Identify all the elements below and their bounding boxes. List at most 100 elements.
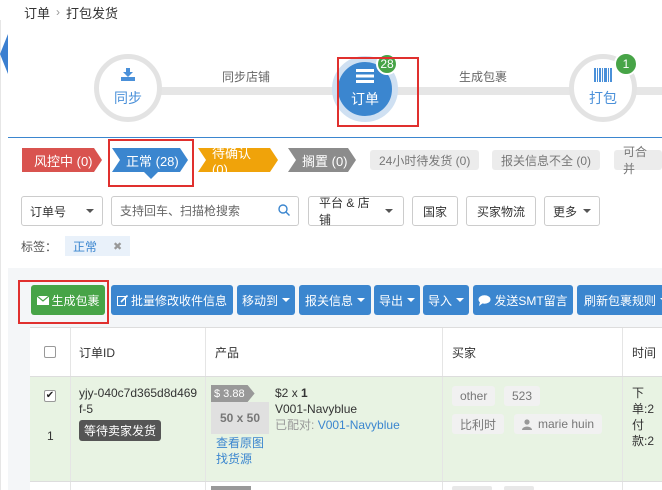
buyer-name-chip: marie huin	[514, 414, 603, 434]
row-index: 1	[47, 429, 54, 443]
next-row-buyer-chip	[452, 486, 492, 490]
close-icon[interactable]: ✖	[113, 240, 122, 253]
workflow-step-sync[interactable]: 同步	[94, 54, 162, 122]
export-dropdown[interactable]: 导出	[374, 285, 420, 315]
batch-edit-recipient-button[interactable]: 批量修改收件信息	[111, 285, 233, 315]
active-tag-chip: 正常 ✖	[65, 236, 131, 256]
refresh-package-rules-dropdown[interactable]: 刷新包裹规则	[577, 285, 662, 315]
more-filters-dropdown[interactable]: 更多	[544, 196, 600, 226]
edit-icon	[117, 294, 128, 306]
breadcrumb-current: 打包发货	[66, 5, 119, 21]
batch-edit-recipient-label: 批量修改收件信息	[131, 293, 228, 308]
sku: V001-Navyblue	[275, 402, 358, 416]
comment-icon	[478, 294, 491, 306]
matched-label: 已配对:	[275, 418, 315, 432]
highlight-generate-package	[18, 280, 109, 324]
column-header-time[interactable]: 时间	[632, 328, 656, 376]
view-original-image-link[interactable]: 查看原图	[216, 435, 264, 451]
qty-separator: x	[288, 386, 302, 400]
row-divider	[30, 481, 662, 482]
connector-label-sync-store: 同步店铺	[222, 70, 271, 84]
next-row-buyer-chip	[504, 486, 534, 490]
barcode-icon	[594, 68, 612, 86]
collapse-sidebar-handle[interactable]	[0, 34, 8, 74]
find-source-link[interactable]: 找货源	[216, 451, 264, 467]
order-number-select[interactable]: 订单号	[21, 196, 103, 226]
refresh-package-rules-label: 刷新包裹规则	[584, 293, 657, 308]
import-label: 导入	[428, 293, 453, 308]
pay-time: 付款:2	[632, 418, 655, 448]
column-divider	[622, 328, 623, 490]
search-icon[interactable]	[278, 203, 290, 219]
buyer-name: marie huin	[538, 417, 595, 431]
column-divider	[70, 328, 71, 490]
select-all-checkbox[interactable]	[44, 346, 56, 358]
buyer-tag-chip: 523	[504, 386, 541, 406]
column-header-product[interactable]: 产品	[215, 328, 239, 376]
user-icon	[522, 418, 532, 430]
order-time: 下单:2	[632, 386, 655, 416]
product-info: $2 x 1 V001-Navyblue 已配对: V001-Navyblue	[275, 385, 400, 433]
price-tag: $ 3.88	[211, 385, 255, 402]
order-id-line1: yjy-040c7d365d8d469	[79, 386, 198, 400]
country-filter-button[interactable]: 国家	[412, 196, 458, 226]
unit-price: $2	[275, 386, 289, 400]
row-select-checkbox[interactable]: ✔	[44, 390, 56, 402]
platform-store-label: 平台 & 店铺	[319, 196, 370, 227]
orders-table: 订单ID 产品 买家 时间 ✔ 1 yjy-040c7d365d8d469 f-…	[30, 327, 662, 490]
chevron-down-icon	[583, 209, 591, 213]
buyer-tag-chip: other	[452, 386, 496, 406]
chevron-down-icon	[357, 298, 366, 302]
workflow-connector-1	[160, 87, 340, 95]
buyer-shipping-filter-button[interactable]: 买家物流	[466, 196, 536, 226]
send-smt-message-button[interactable]: 发送SMT留言	[473, 285, 573, 315]
tab-risk-control[interactable]: 风控中 (0)	[22, 148, 102, 172]
order-id-line2: f-5	[79, 402, 94, 416]
tag-label: 标签：	[21, 239, 58, 254]
tab-customs-incomplete[interactable]: 报关信息不全 (0)	[492, 150, 601, 170]
platform-store-dropdown[interactable]: 平台 & 店铺	[308, 196, 404, 227]
workflow-step-label: 打包	[589, 90, 617, 106]
product-links: 查看原图 找货源	[216, 435, 264, 467]
tab-24h-ship[interactable]: 24小时待发货 (0)	[370, 150, 480, 170]
section-divider	[8, 137, 662, 138]
move-to-label: 移动到	[242, 293, 279, 308]
customs-info-label: 报关信息	[305, 293, 354, 308]
matched-sku-link[interactable]: V001-Navyblue	[318, 418, 400, 432]
workflow-connector-2	[395, 87, 575, 95]
workflow-step-label: 同步	[114, 90, 142, 106]
chevron-down-icon	[407, 298, 416, 302]
column-header-buyer[interactable]: 买家	[452, 328, 476, 376]
tab-on-hold[interactable]: 搁置 (0)	[288, 148, 356, 172]
order-number-select-value: 订单号	[30, 204, 67, 219]
order-status-badge: 等待卖家发货	[79, 420, 162, 441]
order-id-cell[interactable]: yjy-040c7d365d8d469 f-5	[79, 385, 197, 417]
send-smt-message-label: 发送SMT留言	[494, 293, 568, 308]
country-filter-label: 国家	[422, 204, 447, 219]
customs-info-dropdown[interactable]: 报关信息	[299, 285, 371, 315]
time-cell: 下单:2 付款:2	[632, 385, 662, 449]
quantity: 1	[301, 386, 308, 400]
breadcrumb: 订单 › 打包发货	[24, 2, 118, 22]
column-header-order-id[interactable]: 订单ID	[79, 328, 115, 376]
active-tag-text: 正常	[73, 239, 98, 254]
chevron-down-icon	[456, 298, 465, 302]
tag-filter-row: 标签： 正常 ✖	[21, 236, 131, 256]
search-input[interactable]	[120, 204, 270, 218]
import-dropdown[interactable]: 导入	[423, 285, 469, 315]
move-to-dropdown[interactable]: 移动到	[237, 285, 295, 315]
product-thumbnail[interactable]: 50 x 50	[211, 402, 269, 434]
column-divider	[442, 328, 443, 490]
chevron-down-icon	[282, 298, 291, 302]
breadcrumb-root[interactable]: 订单	[24, 3, 50, 22]
buyer-shipping-label: 买家物流	[476, 204, 525, 219]
search-box[interactable]	[111, 196, 299, 226]
unit-price-qty: $2 x 1	[275, 385, 400, 401]
tab-mergeable[interactable]: 可合并	[614, 145, 662, 176]
export-label: 导出	[379, 293, 404, 308]
more-filters-label: 更多	[552, 204, 577, 219]
next-row-price-tag	[211, 486, 251, 490]
breadcrumb-separator-icon: ›	[56, 5, 61, 19]
tab-pending-confirm[interactable]: 待确认 (0)	[198, 148, 278, 172]
highlight-orders-step	[337, 57, 419, 127]
